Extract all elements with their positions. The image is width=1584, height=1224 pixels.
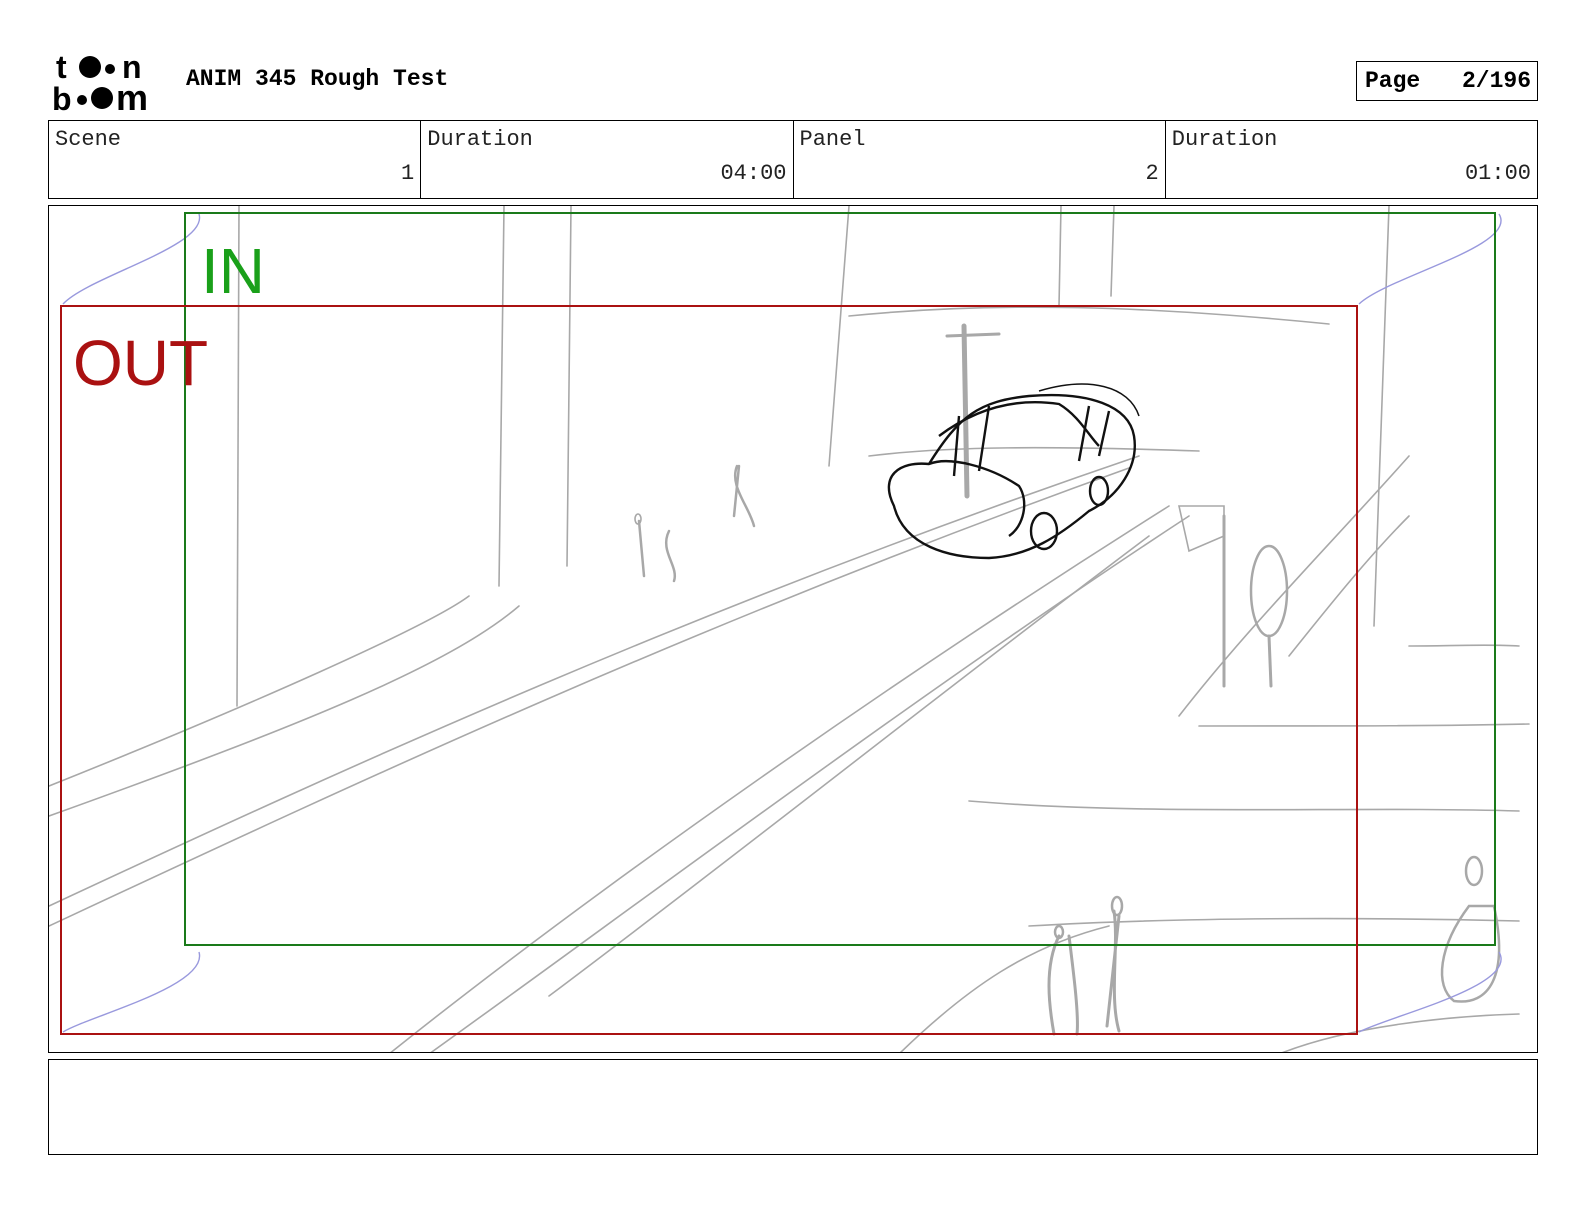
panel-value: 2 (1145, 161, 1159, 186)
storyboard-title: ANIM 345 Rough Test (186, 66, 449, 92)
page-label: Page (1365, 68, 1421, 94)
scene-label: Scene (55, 127, 122, 152)
logo-letter-m: m (116, 77, 148, 114)
scene-duration-value: 04:00 (720, 161, 787, 186)
panel-cell: Panel 2 (792, 121, 1165, 198)
logo-letter-b: b (52, 81, 72, 114)
out-frame-label: OUT (73, 327, 209, 399)
out-frame (60, 305, 1358, 1035)
page-indicator: Page 2/196 (1356, 61, 1538, 101)
scene-value: 1 (401, 161, 415, 186)
panel-duration-value: 01:00 (1464, 161, 1531, 186)
panel-duration-cell: Duration 01:00 (1164, 121, 1537, 198)
panel-duration-label: Duration (1171, 127, 1278, 152)
toon-boom-logo: t n b m (52, 50, 148, 114)
storyboard-panel-image: IN OUT (48, 205, 1538, 1053)
scene-duration-cell: Duration 04:00 (420, 121, 792, 198)
panel-notes-area[interactable] (48, 1059, 1538, 1155)
logo-dot (91, 87, 113, 109)
logo-dot-small (77, 95, 87, 105)
background-sketch-lines (49, 206, 1530, 1052)
panel-label: Panel (799, 127, 866, 152)
page-number: 2/196 (1461, 68, 1531, 94)
logo-letter-t: t (56, 50, 67, 85)
camera-move-arrows (62, 213, 1502, 1033)
scene-duration-label: Duration (427, 127, 533, 152)
logo-dot (79, 56, 101, 78)
logo-dot-small (105, 64, 115, 74)
in-frame-label: IN (201, 235, 265, 307)
scene-cell: Scene 1 (49, 121, 420, 198)
panel-info-table: Scene 1 Duration 04:00 Panel 2 Duration … (48, 120, 1538, 199)
rough-sketch-drawing (49, 206, 1530, 1052)
